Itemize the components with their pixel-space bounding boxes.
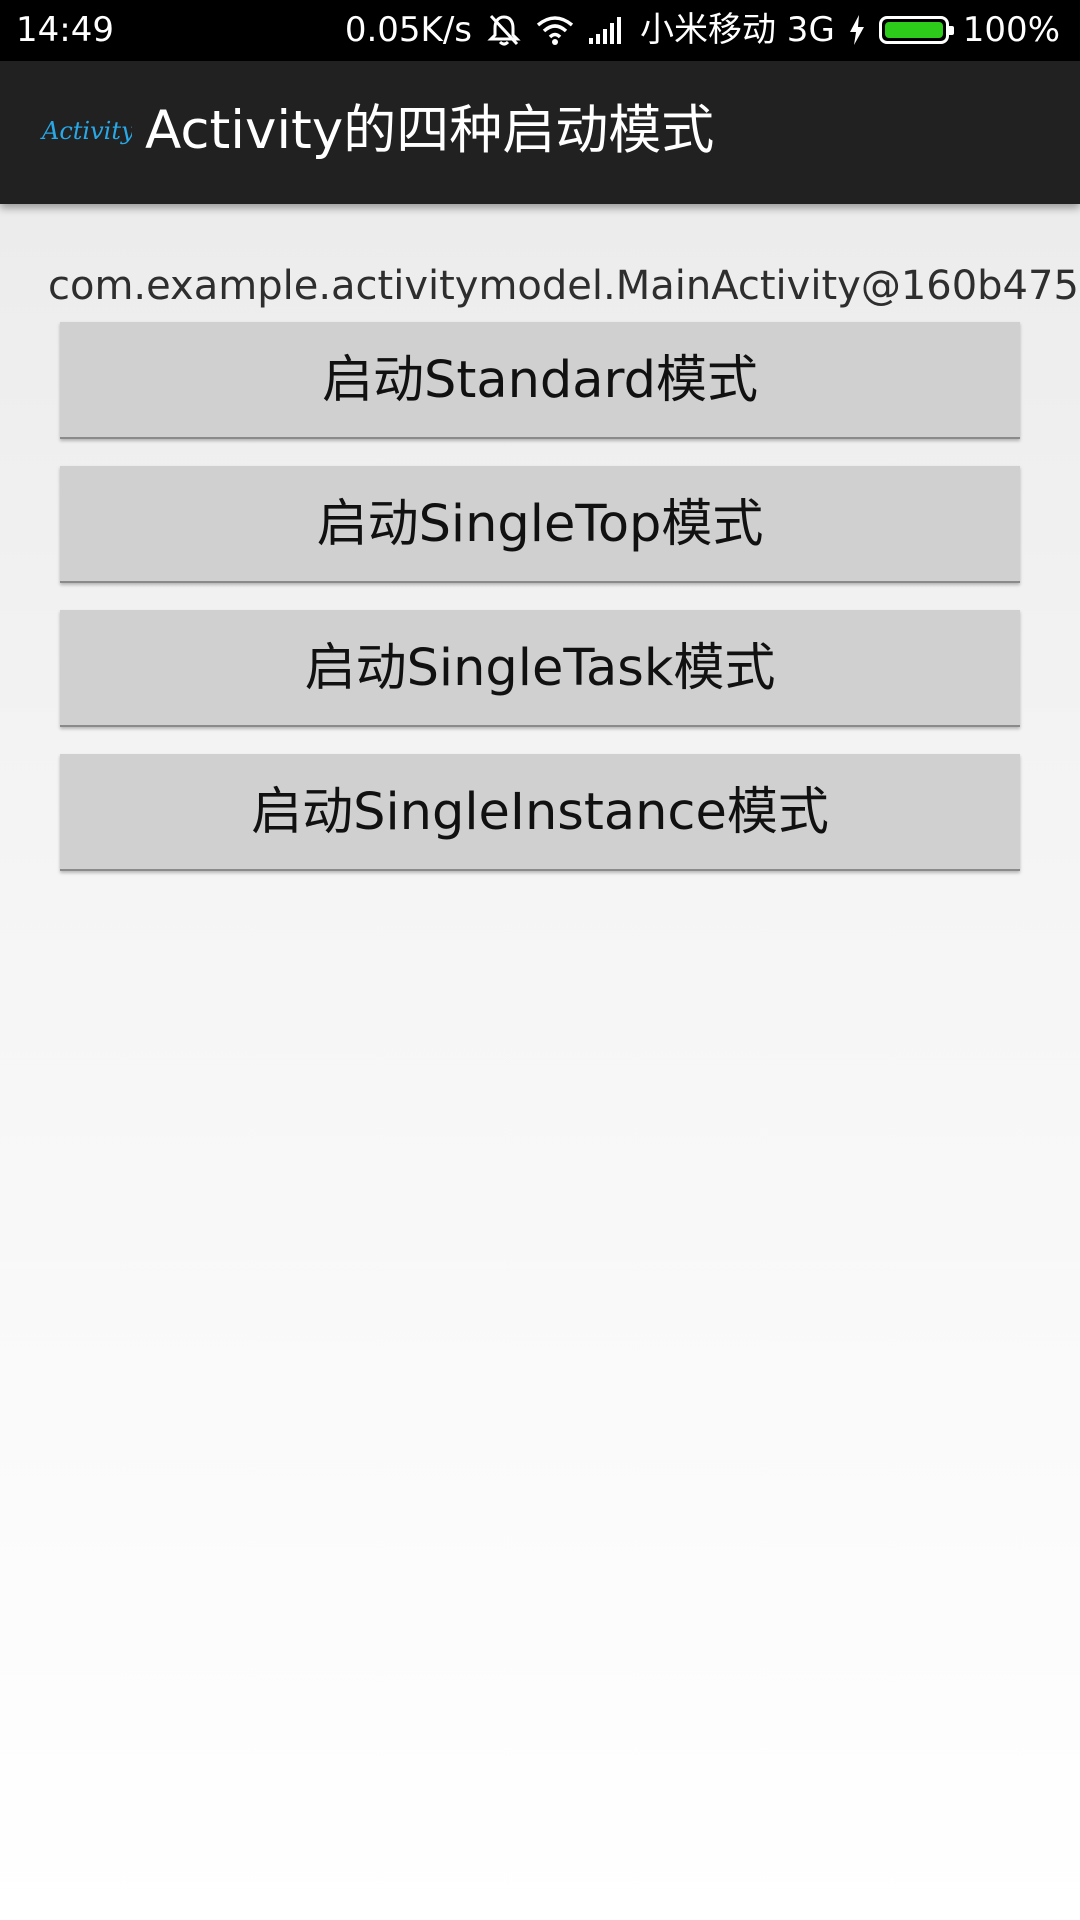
- launch-standard-button[interactable]: 启动Standard模式: [60, 322, 1020, 439]
- launch-singletask-button[interactable]: 启动SingleTask模式: [60, 610, 1020, 727]
- network-speed: 0.05K/s: [344, 10, 472, 50]
- app-logo-icon: Activity: [40, 117, 132, 145]
- battery-icon: [878, 16, 954, 44]
- launch-singletop-button[interactable]: 启动SingleTop模式: [60, 466, 1020, 583]
- charging-icon: [849, 15, 864, 45]
- activity-name-label: com.example.activitymodel.MainActivity@1…: [48, 263, 1080, 309]
- wifi-icon: [536, 16, 574, 45]
- status-bar: 14:49 0.05K/s 小米移动 3G 100%: [0, 0, 1080, 61]
- carrier-label: 小米移动 3G: [640, 10, 835, 50]
- svg-text:Activity: Activity: [40, 117, 132, 145]
- page-title: Activity的四种启动模式: [145, 100, 715, 161]
- status-indicators: 0.05K/s 小米移动 3G 100%: [345, 8, 1060, 52]
- action-bar: Activity Activity的四种启动模式: [0, 61, 1080, 204]
- main-content: com.example.activitymodel.MainActivity@1…: [0, 204, 1080, 1920]
- mute-bell-icon: [487, 14, 521, 46]
- battery-percent: 100%: [962, 10, 1060, 50]
- signal-icon: [589, 17, 621, 44]
- launch-singleinstance-button[interactable]: 启动SingleInstance模式: [60, 754, 1020, 871]
- status-time: 14:49: [16, 10, 114, 50]
- battery-fill: [884, 22, 943, 38]
